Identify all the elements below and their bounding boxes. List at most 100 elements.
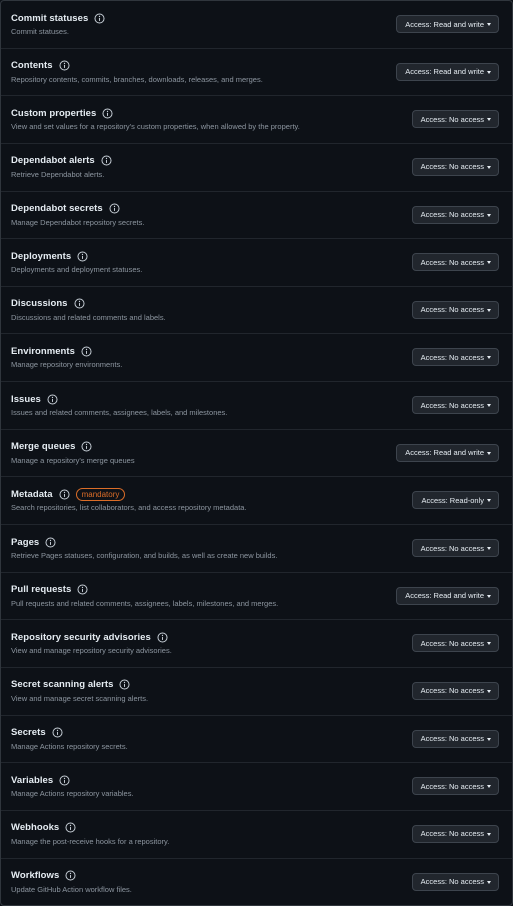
- access-dropdown-button[interactable]: Access: Read and write: [396, 62, 499, 81]
- permission-name: Commit statuses: [11, 12, 89, 24]
- permission-name: Discussions: [11, 298, 68, 310]
- permission-row-metadata: Metadata mandatory Search repositories, …: [1, 477, 512, 526]
- caret-down-icon: [487, 832, 491, 836]
- permission-name: Environments: [11, 345, 75, 357]
- info-icon[interactable]: [59, 489, 70, 500]
- access-dropdown-button[interactable]: Access: No access: [411, 824, 499, 843]
- permission-row-dependabot-secrets: Dependabot secrets Manage Dependabot rep…: [1, 192, 512, 240]
- info-icon[interactable]: [73, 298, 85, 309]
- access-dropdown-button[interactable]: Access: No access: [411, 681, 499, 700]
- permission-name: Metadata: [11, 488, 53, 500]
- access-dropdown-button[interactable]: Access: No access: [411, 110, 499, 129]
- access-label: Access: No access: [420, 305, 484, 315]
- info-icon[interactable]: [47, 394, 58, 405]
- access-dropdown-button[interactable]: Access: No access: [411, 300, 499, 319]
- caret-down-icon: [487, 880, 491, 884]
- info-icon[interactable]: [59, 60, 70, 71]
- permission-row-pages: Pages Retrieve Pages statuses, configura…: [1, 525, 512, 573]
- access-dropdown-button[interactable]: Access: No access: [411, 396, 499, 415]
- caret-down-icon: [487, 737, 491, 741]
- permission-row-issues: Issues Issues and related comments, assi…: [1, 382, 512, 430]
- caret-down-icon: [487, 404, 491, 408]
- info-icon[interactable]: [77, 584, 88, 595]
- info-icon[interactable]: [65, 822, 76, 833]
- permission-name: Dependabot secrets: [11, 203, 103, 215]
- permission-row-contents: Contents Repository contents, commits, b…: [1, 49, 512, 97]
- caret-down-icon: [487, 642, 491, 646]
- access-dropdown-button[interactable]: Access: No access: [411, 205, 499, 224]
- access-dropdown-button[interactable]: Access: No access: [411, 253, 499, 272]
- access-dropdown-button[interactable]: Access: Read and write: [396, 586, 499, 605]
- permission-description: Issues and related comments, assignees, …: [11, 408, 228, 418]
- permission-row-variables: Variables Manage Actions repository vari…: [1, 763, 512, 811]
- access-dropdown-button[interactable]: Access: No access: [411, 157, 499, 176]
- permission-name: Merge queues: [11, 441, 76, 453]
- permission-row-workflows: Workflows Update GitHub Action workflow …: [1, 859, 512, 905]
- info-icon[interactable]: [45, 537, 56, 548]
- permission-row-custom-properties: Custom properties View and set values fo…: [1, 96, 512, 144]
- access-label: Access: Read and write: [405, 67, 484, 77]
- info-icon[interactable]: [59, 775, 70, 786]
- info-icon[interactable]: [102, 108, 113, 119]
- access-label: Access: No access: [420, 210, 484, 220]
- permission-description: View and manage repository security advi…: [11, 646, 172, 656]
- permission-name: Issues: [11, 393, 41, 405]
- permission-name: Secrets: [11, 727, 46, 739]
- access-label: Access: No access: [420, 400, 484, 410]
- permission-row-merge-queues: Merge queues Manage a repository's merge…: [1, 430, 512, 478]
- caret-down-icon: [487, 451, 491, 455]
- permission-description: View and set values for a repository's c…: [11, 122, 300, 132]
- info-icon[interactable]: [109, 203, 120, 214]
- permission-name: Contents: [11, 60, 53, 72]
- access-dropdown-button[interactable]: Access: Read and write: [396, 15, 499, 33]
- permission-description: View and manage secret scanning alerts.: [11, 693, 149, 703]
- permission-description: Manage repository environments.: [11, 360, 123, 370]
- permission-row-commit-statuses: Commit statuses Commit statuses. Access:…: [1, 1, 512, 49]
- permission-description: Retrieve Dependabot alerts.: [11, 169, 105, 179]
- access-label: Access: No access: [420, 162, 484, 172]
- access-dropdown-button[interactable]: Access: No access: [411, 777, 499, 796]
- permission-description: Update GitHub Action workflow files.: [11, 884, 132, 894]
- caret-down-icon: [487, 165, 491, 169]
- access-dropdown-button[interactable]: Access: Read-only: [412, 491, 499, 510]
- access-dropdown-button[interactable]: Access: Read and write: [396, 443, 499, 462]
- caret-down-icon: [487, 308, 491, 312]
- permission-row-discussions: Discussions Discussions and related comm…: [1, 287, 512, 335]
- access-dropdown-button[interactable]: Access: No access: [411, 539, 499, 558]
- info-icon[interactable]: [52, 727, 63, 738]
- info-icon[interactable]: [119, 679, 131, 690]
- access-dropdown-button[interactable]: Access: No access: [411, 634, 499, 653]
- access-dropdown-button[interactable]: Access: No access: [411, 348, 499, 367]
- permission-description: Search repositories, list collaborators,…: [11, 503, 247, 513]
- permission-description: Retrieve Pages statuses, configuration, …: [11, 551, 278, 561]
- permission-name: Variables: [11, 774, 54, 786]
- access-label: Access: Read and write: [405, 448, 484, 458]
- caret-down-icon: [487, 118, 491, 122]
- permission-description: Manage Actions repository secrets.: [11, 741, 128, 751]
- access-label: Access: No access: [420, 781, 484, 791]
- access-label: Access: No access: [420, 734, 484, 744]
- info-icon[interactable]: [81, 346, 92, 357]
- access-dropdown-button[interactable]: Access: No access: [411, 872, 499, 891]
- permission-description: Deployments and deployment statuses.: [11, 265, 143, 275]
- info-icon[interactable]: [157, 632, 168, 643]
- info-icon[interactable]: [94, 12, 105, 24]
- access-label: Access: No access: [420, 543, 484, 553]
- caret-down-icon: [487, 547, 491, 551]
- info-icon[interactable]: [81, 441, 93, 452]
- permission-name: Dependabot alerts: [11, 155, 95, 167]
- info-icon[interactable]: [101, 155, 112, 166]
- permission-name: Workflows: [11, 870, 60, 882]
- caret-down-icon: [487, 785, 491, 789]
- caret-down-icon: [487, 213, 491, 217]
- permission-description: Pull requests and related comments, assi…: [11, 598, 279, 608]
- permission-description: Manage a repository's merge queues: [11, 455, 135, 465]
- permission-description: Repository contents, commits, branches, …: [11, 74, 263, 84]
- caret-down-icon: [487, 261, 491, 265]
- info-icon[interactable]: [65, 870, 76, 881]
- info-icon[interactable]: [77, 251, 88, 262]
- mandatory-badge: mandatory: [75, 487, 126, 501]
- access-dropdown-button[interactable]: Access: No access: [411, 729, 499, 748]
- caret-down-icon: [487, 594, 491, 598]
- permission-row-webhooks: Webhooks Manage the post-receive hooks f…: [1, 811, 512, 859]
